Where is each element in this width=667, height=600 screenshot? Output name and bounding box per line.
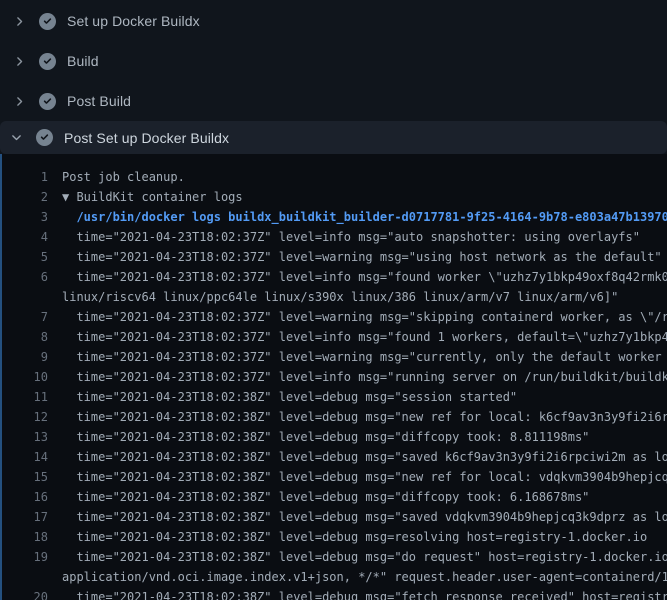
log-line-text: time="2021-04-23T18:02:38Z" level=debug … [62, 527, 647, 547]
step-row-set-up-docker-buildx[interactable]: Set up Docker Buildx [0, 1, 667, 41]
log-line-text: time="2021-04-23T18:02:37Z" level=info m… [62, 367, 667, 387]
step-title: Post Set up Docker Buildx [64, 130, 229, 146]
log-line-number: 16 [2, 487, 48, 507]
log-line: 13 time="2021-04-23T18:02:38Z" level=deb… [2, 427, 667, 447]
log-line-text: time="2021-04-23T18:02:37Z" level=info m… [62, 267, 667, 287]
log-command-text: /usr/bin/docker logs buildx_buildkit_bui… [62, 207, 667, 227]
log-line: 15 time="2021-04-23T18:02:38Z" level=deb… [2, 467, 667, 487]
log-line-number: 18 [2, 527, 48, 547]
log-line: 19 time="2021-04-23T18:02:38Z" level=deb… [2, 547, 667, 567]
log-line-number: 9 [2, 347, 48, 367]
log-line: 16 time="2021-04-23T18:02:38Z" level=deb… [2, 487, 667, 507]
log-line-number: 17 [2, 507, 48, 527]
log-line-text: time="2021-04-23T18:02:37Z" level=warnin… [62, 307, 667, 327]
log-line: 11 time="2021-04-23T18:02:38Z" level=deb… [2, 387, 667, 407]
step-row-build[interactable]: Build [0, 41, 667, 81]
step-header-post-set-up-docker-buildx[interactable]: Post Set up Docker Buildx [0, 121, 667, 154]
check-circle-icon [36, 129, 53, 146]
log-line-number: 12 [2, 407, 48, 427]
log-line-text: time="2021-04-23T18:02:38Z" level=debug … [62, 467, 667, 487]
chevron-right-icon [13, 95, 26, 108]
log-line: 9 time="2021-04-23T18:02:37Z" level=warn… [2, 347, 667, 367]
chevron-down-icon [10, 131, 23, 144]
log-line: 12 time="2021-04-23T18:02:38Z" level=deb… [2, 407, 667, 427]
log-line: 17 time="2021-04-23T18:02:38Z" level=deb… [2, 507, 667, 527]
log-line: 20 time="2021-04-23T18:02:38Z" level=deb… [2, 587, 667, 600]
log-line: 4 time="2021-04-23T18:02:37Z" level=info… [2, 227, 667, 247]
log-line: 18 time="2021-04-23T18:02:38Z" level=deb… [2, 527, 667, 547]
log-line-text: time="2021-04-23T18:02:37Z" level=warnin… [62, 347, 667, 367]
step-row-post-build[interactable]: Post Build [0, 81, 667, 121]
log-line-text: time="2021-04-23T18:02:37Z" level=info m… [62, 227, 640, 247]
log-line-number: 1 [2, 167, 48, 187]
log-line: 10 time="2021-04-23T18:02:37Z" level=inf… [2, 367, 667, 387]
log-line-number: 5 [2, 247, 48, 267]
log-line-number: 6 [2, 267, 48, 287]
check-circle-icon [39, 13, 56, 30]
steps-list: Set up Docker Buildx Build P [0, 0, 667, 154]
log-line-number: 13 [2, 427, 48, 447]
log-line-text: ▼ BuildKit container logs [62, 187, 243, 207]
log-line: 5 time="2021-04-23T18:02:37Z" level=warn… [2, 247, 667, 267]
check-circle-icon [39, 53, 56, 70]
log-line-number: 7 [2, 307, 48, 327]
chevron-right-icon [13, 55, 26, 68]
log-line-text: time="2021-04-23T18:02:38Z" level=debug … [62, 387, 517, 407]
log-line-number: 10 [2, 367, 48, 387]
chevron-right-icon [13, 15, 26, 28]
step-title: Build [67, 53, 99, 69]
log-line-text: time="2021-04-23T18:02:38Z" level=debug … [62, 487, 589, 507]
log-area[interactable]: 1 Post job cleanup. 2 ▼ BuildKit contain… [0, 154, 667, 600]
log-line-text: application/vnd.oci.image.index.v1+json,… [62, 567, 667, 587]
log-line: 8 time="2021-04-23T18:02:37Z" level=info… [2, 327, 667, 347]
step-title: Post Build [67, 93, 131, 109]
log-line-number [2, 287, 48, 307]
log-line-text: time="2021-04-23T18:02:37Z" level=warnin… [62, 247, 662, 267]
log-line-text: time="2021-04-23T18:02:37Z" level=info m… [62, 327, 667, 347]
log-line: 3 /usr/bin/docker logs buildx_buildkit_b… [2, 207, 667, 227]
log-line-text: linux/riscv64 linux/ppc64le linux/s390x … [62, 287, 618, 307]
log-line-text: time="2021-04-23T18:02:38Z" level=debug … [62, 507, 667, 527]
log-line-number: 8 [2, 327, 48, 347]
log-line-number [2, 567, 48, 587]
log-line-number: 2 [2, 187, 48, 207]
log-line-number: 3 [2, 207, 48, 227]
check-circle-icon [39, 93, 56, 110]
log-line: linux/riscv64 linux/ppc64le linux/s390x … [2, 287, 667, 307]
log-line: 14 time="2021-04-23T18:02:38Z" level=deb… [2, 447, 667, 467]
log-line: 1 Post job cleanup. [2, 167, 667, 187]
step-title: Set up Docker Buildx [67, 13, 200, 29]
log-line-text: time="2021-04-23T18:02:38Z" level=debug … [62, 547, 667, 567]
log-line-number: 14 [2, 447, 48, 467]
log-line-number: 15 [2, 467, 48, 487]
log-line-text: Post job cleanup. [62, 167, 185, 187]
log-line-text: time="2021-04-23T18:02:38Z" level=debug … [62, 587, 667, 600]
log-line-number: 11 [2, 387, 48, 407]
log-line-number: 4 [2, 227, 48, 247]
log-line-number: 20 [2, 587, 48, 600]
log-line-text: time="2021-04-23T18:02:38Z" level=debug … [62, 427, 589, 447]
log-line-number: 19 [2, 547, 48, 567]
log-line: 6 time="2021-04-23T18:02:37Z" level=info… [2, 267, 667, 287]
log-line: application/vnd.oci.image.index.v1+json,… [2, 567, 667, 587]
log-line-text: time="2021-04-23T18:02:38Z" level=debug … [62, 407, 667, 427]
workflow-log-panel: Set up Docker Buildx Build P [0, 0, 667, 600]
log-line-text: time="2021-04-23T18:02:38Z" level=debug … [62, 447, 667, 467]
log-line: 7 time="2021-04-23T18:02:37Z" level=warn… [2, 307, 667, 327]
log-group-toggle[interactable]: 2 ▼ BuildKit container logs [2, 187, 667, 207]
